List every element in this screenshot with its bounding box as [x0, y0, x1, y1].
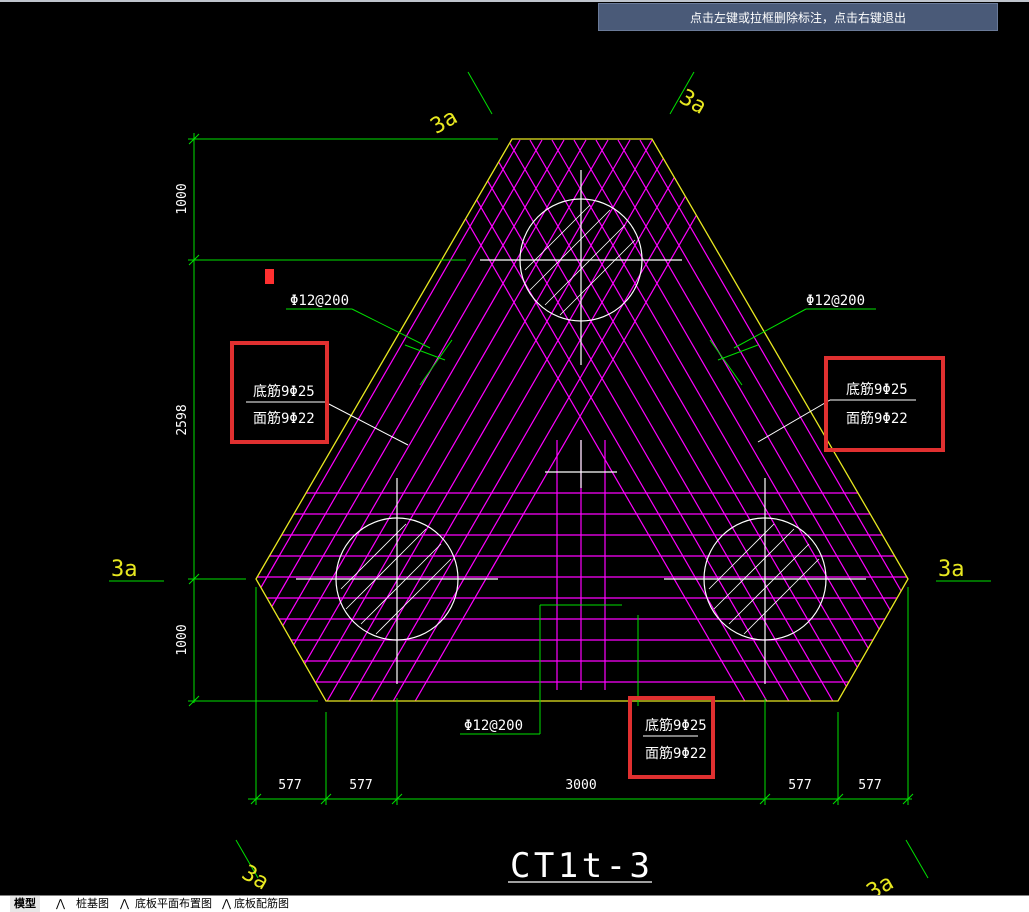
rebar-line: [321, 139, 653, 701]
layout-tab-bar: 模型 ⋀ 桩基图 ⋀ 底板平面布置图 ⋀ 底板配筋图: [0, 895, 1029, 912]
axis-label-left: 3a: [111, 557, 138, 582]
axis-label-top-left: 3a: [427, 105, 462, 140]
rebar-line: [409, 139, 741, 701]
highlight-right: [824, 356, 945, 452]
drawing-title: CT1t-3: [510, 846, 650, 886]
rebar-spacing-label-left: Φ12@200: [290, 293, 349, 309]
top-rebar-label-right: 面筋9Φ22: [846, 410, 908, 427]
rebar-spacing-label-right: Φ12@200: [806, 293, 865, 309]
bottom-rebar-label-left: 底筋9Φ25: [253, 383, 315, 400]
dim-horizontal-1: 577: [278, 778, 301, 793]
rebar-line: [419, 139, 751, 701]
bottom-rebar-label-right: 底筋9Φ25: [846, 381, 908, 398]
cad-drawing-canvas[interactable]: 3a 3a 3a 3a 3a 3a Φ12@200 Φ12@200 Φ12@20…: [0, 0, 1029, 895]
axis-label-bottom-left: 3a: [237, 861, 272, 895]
dim-horizontal-2: 577: [349, 778, 372, 793]
rebar-diagonal-set-b: [256, 139, 741, 701]
tab-slab-reinforcement[interactable]: 底板配筋图: [230, 896, 293, 912]
axis-label-bottom-right: 3a: [863, 870, 898, 895]
rebar-line: [529, 139, 861, 701]
rebar-line: [485, 139, 817, 701]
tab-slab-plan-layout[interactable]: 底板平面布置图: [131, 896, 216, 912]
top-rebar-label-left: 面筋9Φ22: [253, 410, 315, 427]
status-message-banner: 点击左键或拉框删除标注，点击右键退出: [598, 3, 998, 31]
rebar-line: [463, 139, 795, 701]
rebar-line: [441, 139, 773, 701]
rebar-line: [256, 139, 521, 701]
dim-horizontal-3: 3000: [565, 778, 596, 793]
tab-pile-foundation[interactable]: 桩基图: [72, 896, 113, 912]
dim-vertical-bottom: 1000: [175, 624, 190, 655]
cursor-marker: [265, 269, 274, 284]
bottom-rebar-label-bottom: 底筋9Φ25: [645, 717, 707, 734]
top-rebar-label-bottom: 面筋9Φ22: [645, 745, 707, 762]
dim-vertical-top: 1000: [175, 183, 190, 214]
tab-separator: ⋀: [120, 897, 130, 910]
dimension-lines: [109, 71, 991, 879]
rebar-line: [256, 139, 499, 701]
axis-label-right: 3a: [938, 557, 965, 582]
rebar-spacing-label-bottom: Φ12@200: [464, 718, 523, 734]
tab-model[interactable]: 模型: [10, 896, 40, 912]
dim-horizontal-4: 577: [788, 778, 811, 793]
tab-separator: ⋀: [56, 897, 66, 910]
dim-horizontal-5: 577: [858, 778, 881, 793]
rebar-line: [551, 139, 883, 701]
highlight-bottom: [628, 696, 715, 779]
axis-label-top-right: 3a: [675, 85, 710, 120]
dim-vertical-middle: 2598: [175, 404, 190, 435]
